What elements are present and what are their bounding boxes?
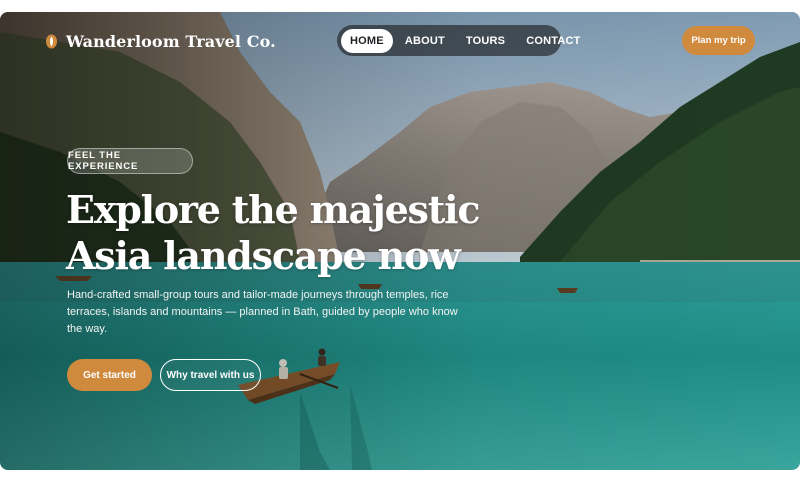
main-nav: HOME ABOUT TOURS CONTACT: [337, 25, 580, 56]
nav-home[interactable]: HOME: [341, 28, 393, 53]
brand-name: Wanderloom Travel Co.: [66, 31, 276, 51]
headline-line-1: Explore the majestic: [66, 187, 480, 232]
flame-leaf-icon: [46, 34, 57, 48]
nav-tours[interactable]: TOURS: [457, 29, 514, 53]
get-started-button[interactable]: Get started: [67, 359, 152, 391]
hero-section: Wanderloom Travel Co. HOME ABOUT TOURS C…: [0, 12, 800, 470]
plan-trip-button[interactable]: Plan my trip: [682, 26, 755, 55]
why-travel-button[interactable]: Why travel with us: [160, 359, 261, 391]
hero-headline: Explore the majestic Asia landscape now: [66, 187, 546, 279]
eyebrow-badge: FEEL THE EXPERIENCE: [67, 148, 193, 174]
nav-contact[interactable]: CONTACT: [517, 29, 589, 53]
headline-line-2: Asia landscape now: [66, 233, 461, 278]
brand[interactable]: Wanderloom Travel Co.: [45, 31, 276, 51]
nav-about[interactable]: ABOUT: [396, 29, 454, 53]
hero-subtext: Hand-crafted small-group tours and tailo…: [67, 289, 458, 335]
